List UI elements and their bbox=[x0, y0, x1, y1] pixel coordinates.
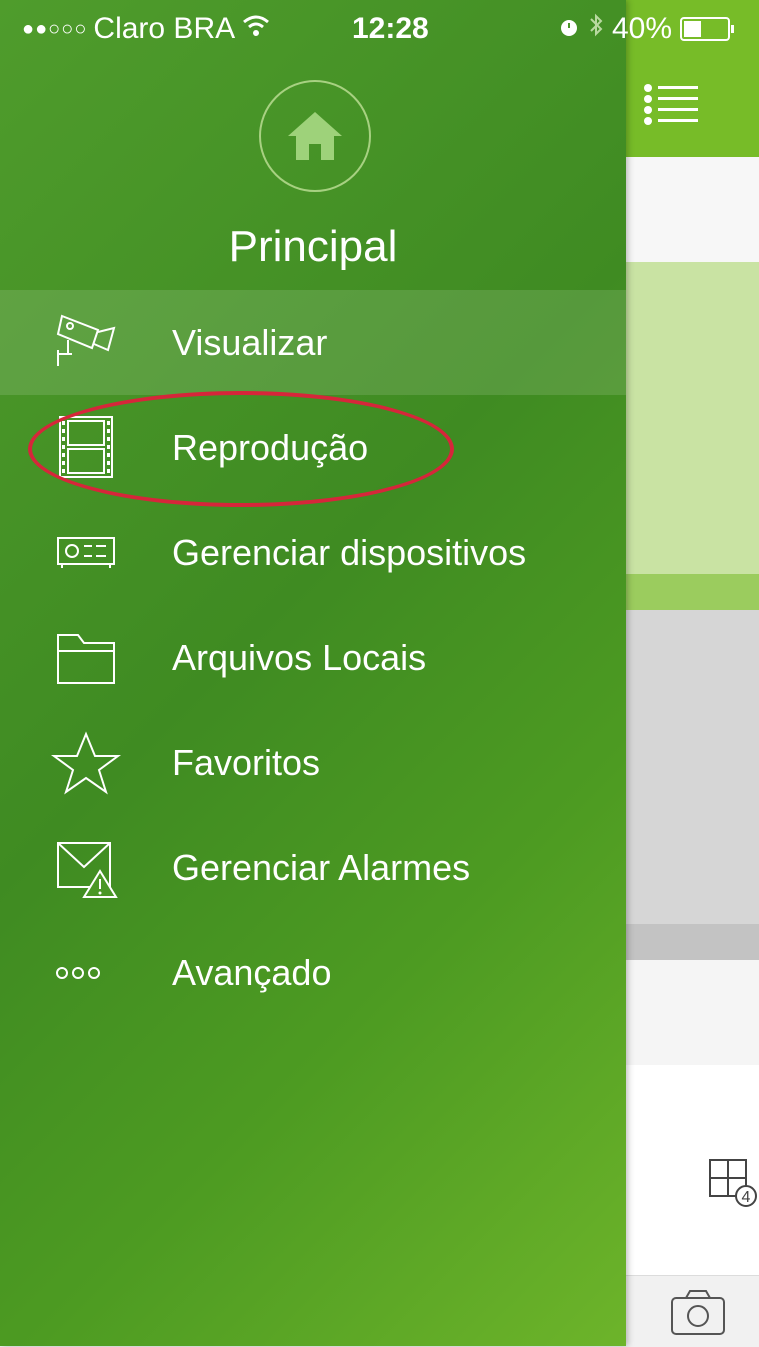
menu-item-label: Visualizar bbox=[172, 321, 328, 363]
menu-list-icon[interactable] bbox=[640, 82, 700, 128]
star-icon bbox=[50, 730, 122, 796]
battery-icon bbox=[680, 17, 735, 41]
bluetooth-icon bbox=[588, 12, 604, 46]
menu-item-label: Gerenciar dispositivos bbox=[172, 531, 527, 573]
split-grid-icon[interactable]: 4 bbox=[708, 1158, 758, 1208]
menu-item-label: Gerenciar Alarmes bbox=[172, 846, 471, 888]
menu-item-reproducao[interactable]: Reprodução bbox=[0, 395, 626, 500]
filmstrip-icon bbox=[50, 415, 122, 481]
home-icon bbox=[288, 112, 342, 160]
clock: 12:28 bbox=[352, 12, 429, 45]
carrier-name: Claro BRA bbox=[93, 12, 236, 45]
snapshot-camera-icon[interactable] bbox=[668, 1288, 728, 1338]
menu-item-arquivos-locais[interactable]: Arquivos Locais bbox=[0, 605, 626, 710]
home-button[interactable] bbox=[259, 80, 371, 192]
status-left: ●●○○○ Claro BRA bbox=[22, 12, 271, 46]
wifi-icon bbox=[241, 12, 271, 46]
folder-icon bbox=[50, 625, 122, 691]
menu-item-visualizar[interactable]: Visualizar bbox=[0, 290, 626, 395]
alarm-clock-icon bbox=[558, 12, 580, 46]
menu-item-avancado[interactable]: Avançado bbox=[0, 920, 626, 1025]
status-right: 40% bbox=[558, 12, 735, 46]
grid-badge: 4 bbox=[742, 1189, 751, 1206]
menu-item-label: Arquivos Locais bbox=[172, 636, 427, 678]
menu-item-gerenciar-dispositivos[interactable]: Gerenciar dispositivos bbox=[0, 500, 626, 605]
more-icon bbox=[50, 940, 122, 1006]
menu-item-label: Reprodução bbox=[172, 426, 369, 468]
battery-percent: 40% bbox=[612, 12, 673, 45]
menu-item-label: Avançado bbox=[172, 951, 332, 993]
drawer-title: Principal bbox=[228, 222, 398, 271]
device-icon bbox=[50, 520, 122, 586]
menu-item-gerenciar-alarmes[interactable]: Gerenciar Alarmes bbox=[0, 815, 626, 920]
menu-item-favoritos[interactable]: Favoritos bbox=[0, 710, 626, 815]
signal-icon: ●●○○○ bbox=[22, 17, 88, 40]
alarm-mail-icon bbox=[50, 835, 122, 901]
status-bar: ●●○○○ Claro BRA 12:28 40% bbox=[0, 0, 759, 60]
side-drawer: Principal Visualizar Reprodução Gerencia… bbox=[0, 0, 626, 1346]
camera-icon bbox=[50, 310, 122, 376]
drawer-menu: Visualizar Reprodução Gerenciar disposit… bbox=[0, 290, 626, 1025]
menu-item-label: Favoritos bbox=[172, 741, 321, 783]
